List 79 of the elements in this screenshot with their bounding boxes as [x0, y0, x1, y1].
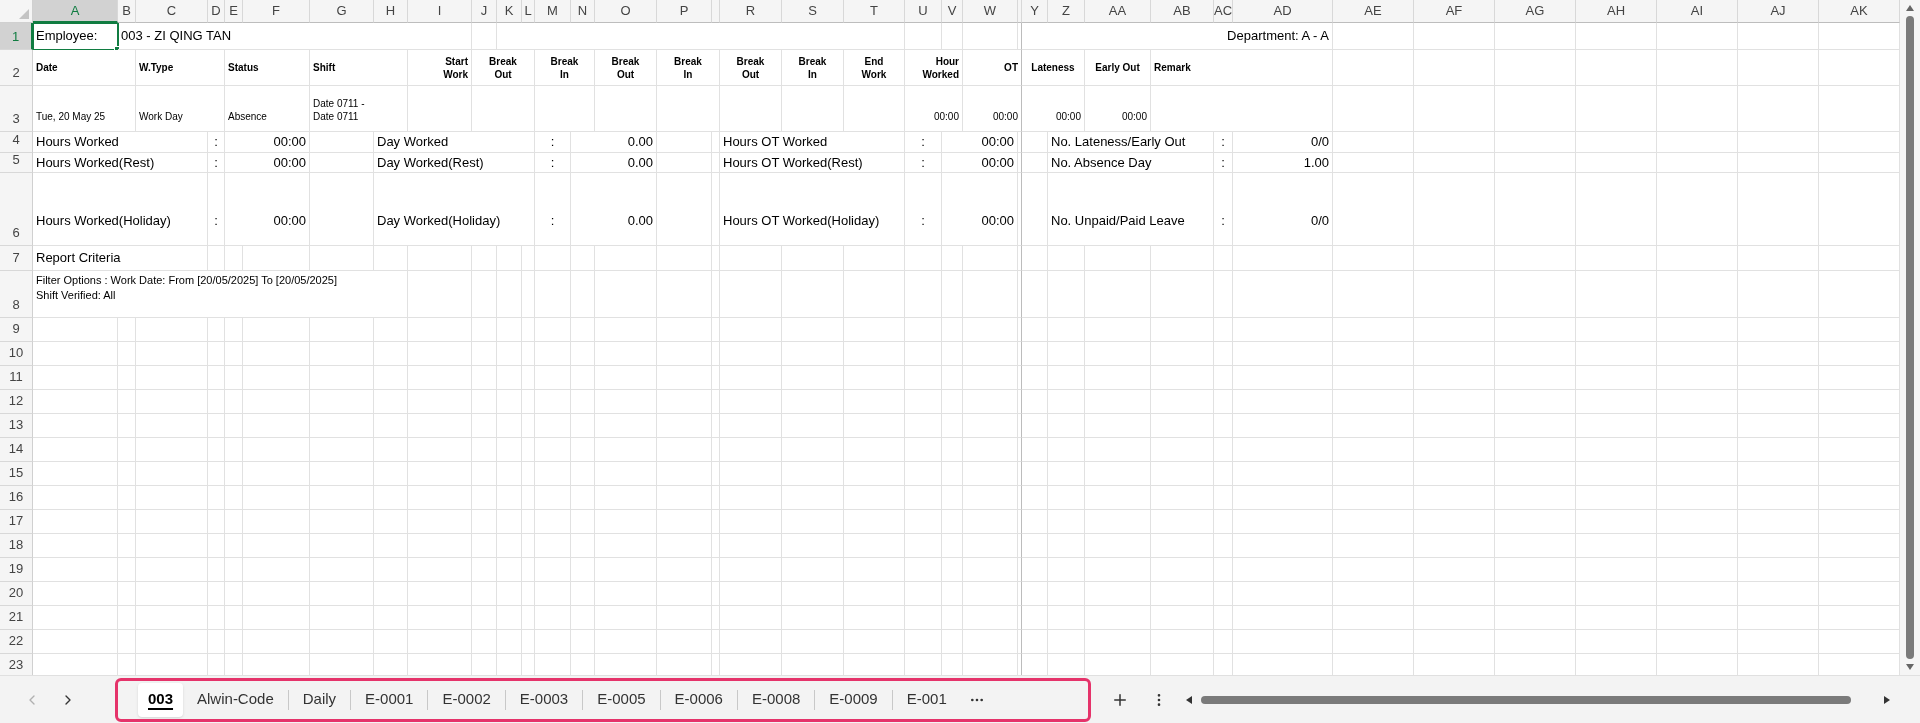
row-header[interactable]: 20 — [0, 582, 33, 606]
row-header[interactable]: 19 — [0, 558, 33, 582]
column-header[interactable]: F — [243, 0, 310, 23]
row-header[interactable]: 12 — [0, 390, 33, 414]
scroll-thumb[interactable] — [1906, 16, 1914, 659]
column-header[interactable]: AC — [1214, 0, 1233, 23]
sheet-tab[interactable]: E-0006 — [660, 682, 737, 717]
scroll-right-icon[interactable] — [1883, 694, 1891, 705]
column-header[interactable]: D — [208, 0, 225, 23]
row-header[interactable]: 7 — [0, 246, 33, 271]
row-header[interactable]: 18 — [0, 534, 33, 558]
sheet-tab[interactable]: E-0008 — [737, 682, 815, 717]
column-header[interactable]: AE — [1333, 0, 1414, 23]
sheet-tab[interactable]: Daily — [288, 682, 351, 717]
row-header[interactable]: 11 — [0, 366, 33, 390]
scroll-down-icon[interactable] — [1905, 663, 1915, 671]
column-header[interactable]: O — [595, 0, 657, 23]
column-header[interactable]: AJ — [1738, 0, 1819, 23]
sheet-tab[interactable]: E-0005 — [583, 682, 660, 717]
row-header[interactable]: 21 — [0, 606, 33, 630]
scroll-up-icon[interactable] — [1905, 4, 1915, 12]
column-header[interactable]: B — [118, 0, 136, 23]
sheet-tab[interactable]: E-0009 — [815, 682, 892, 717]
corner-triangle-icon — [19, 9, 29, 19]
column-header[interactable]: M — [535, 0, 571, 23]
row-header[interactable]: 17 — [0, 510, 33, 534]
sheet-tab[interactable]: 003 — [138, 682, 184, 717]
vertical-scrollbar[interactable] — [1900, 0, 1920, 675]
column-header[interactable]: AK — [1819, 0, 1900, 23]
row-header[interactable]: 3 — [0, 86, 33, 132]
column-header[interactable]: V — [942, 0, 963, 23]
row-header[interactable]: 6 — [0, 173, 33, 246]
column-header[interactable]: J — [472, 0, 497, 23]
row-header[interactable]: 5 — [0, 153, 33, 173]
column-header[interactable]: T — [844, 0, 905, 23]
select-all-corner[interactable] — [0, 0, 33, 23]
row-header[interactable]: 16 — [0, 486, 33, 510]
spreadsheet-cell[interactable]: Employee: — [33, 23, 118, 50]
column-header[interactable]: I — [408, 0, 472, 23]
column-header[interactable]: K — [497, 0, 522, 23]
row-header[interactable]: 9 — [0, 318, 33, 342]
column-header[interactable]: AD — [1233, 0, 1333, 23]
row-header[interactable]: 13 — [0, 414, 33, 438]
column-header[interactable]: U — [905, 0, 942, 23]
column-header[interactable]: Y — [1022, 0, 1048, 23]
column-header[interactable]: AB — [1151, 0, 1214, 23]
column-header[interactable]: G — [310, 0, 374, 23]
sheet-tab[interactable]: E-0002 — [428, 682, 505, 717]
row-header[interactable]: 2 — [0, 50, 33, 86]
column-header[interactable]: AH — [1576, 0, 1657, 23]
column-header[interactable]: P — [657, 0, 712, 23]
row-header[interactable]: 8 — [0, 271, 33, 318]
column-header[interactable]: R — [720, 0, 782, 23]
row-header[interactable]: 10 — [0, 342, 33, 366]
column-header[interactable]: AF — [1414, 0, 1495, 23]
row-header[interactable]: 23 — [0, 654, 33, 675]
scroll-thumb[interactable] — [1201, 695, 1851, 704]
row-header[interactable]: 15 — [0, 462, 33, 486]
sheet-tab[interactable]: E-0003 — [505, 682, 583, 717]
column-header[interactable]: AA — [1085, 0, 1151, 23]
column-header[interactable]: A — [33, 0, 118, 23]
sheet-tab[interactable]: E-001 — [892, 682, 961, 717]
row-header[interactable]: 4 — [0, 132, 33, 153]
column-header[interactable]: W — [963, 0, 1018, 23]
column-header[interactable]: Z — [1048, 0, 1085, 23]
scroll-left-icon[interactable] — [1185, 694, 1193, 705]
column-header[interactable]: L — [522, 0, 535, 23]
column-header[interactable]: E — [225, 0, 243, 23]
column-header[interactable]: H — [374, 0, 408, 23]
sheet-tab[interactable]: E-0001 — [351, 682, 428, 717]
row-header[interactable]: 22 — [0, 630, 33, 654]
sheet-tab[interactable]: Alwin-Code — [183, 682, 288, 717]
column-header[interactable] — [712, 0, 720, 23]
column-header[interactable]: AI — [1657, 0, 1738, 23]
column-header[interactable]: C — [136, 0, 208, 23]
column-header[interactable]: N — [571, 0, 595, 23]
row-header[interactable]: 14 — [0, 438, 33, 462]
column-header[interactable]: S — [782, 0, 844, 23]
column-header[interactable]: AG — [1495, 0, 1576, 23]
